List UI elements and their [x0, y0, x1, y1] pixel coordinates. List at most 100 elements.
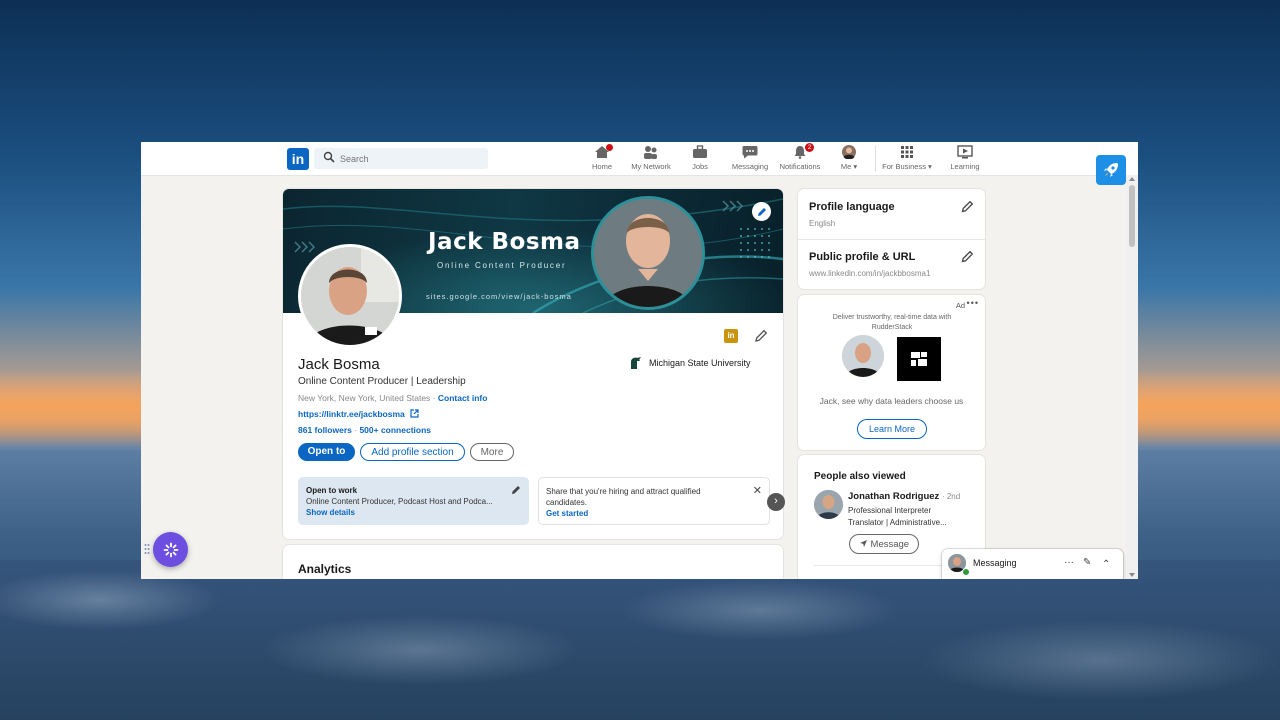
nav-me[interactable]: Me ▾ — [839, 145, 859, 173]
divider — [798, 239, 985, 240]
nav-jobs[interactable]: Jobs — [690, 145, 710, 173]
open-to-button[interactable]: Open to — [298, 443, 355, 461]
nav-my-network-label: My Network — [631, 162, 671, 171]
profile-website-link[interactable]: https://linktr.ee/jackbosma — [298, 409, 405, 419]
ad-user-avatar — [842, 335, 884, 377]
school-name: Michigan State University — [649, 358, 751, 368]
close-icon[interactable]: ✕ — [753, 484, 762, 497]
background-clouds — [0, 560, 1280, 720]
chat-icon — [742, 145, 758, 159]
rudderstack-logo — [897, 337, 941, 381]
person-avatar[interactable] — [814, 490, 843, 519]
carousel-next-button[interactable]: › — [767, 493, 785, 511]
background-sunset-left — [0, 370, 142, 450]
rocket-icon — [1104, 163, 1118, 177]
nav-messaging-label: Messaging — [731, 162, 769, 171]
person-name-line[interactable]: Jonathan Rodriguez · 2nd — [848, 491, 960, 502]
nav-messaging[interactable]: Messaging — [731, 145, 769, 173]
assistant-floating-button[interactable] — [153, 532, 188, 567]
send-icon — [859, 540, 867, 547]
profile-avatar[interactable] — [298, 244, 402, 348]
nav-for-business-label: For Business — [882, 162, 926, 171]
search-input[interactable] — [338, 150, 482, 168]
linkedin-badge[interactable]: in — [724, 329, 738, 343]
browser-window: in Home My Network Jobs — [141, 142, 1138, 579]
scroll-up-icon[interactable] — [1129, 177, 1135, 181]
search-icon — [323, 151, 335, 163]
banner-subtitle: Online Content Producer — [437, 261, 567, 270]
profile-school[interactable]: Michigan State University — [629, 356, 751, 370]
connections-link[interactable]: 500+ connections — [359, 425, 431, 435]
hiring-desc: Share that you're hiring and attract qua… — [546, 487, 701, 507]
nav-learning-label: Learning — [950, 162, 980, 171]
edit-language-icon[interactable] — [961, 200, 974, 213]
linkedin-logo[interactable]: in — [287, 148, 309, 170]
get-started-link[interactable]: Get started — [546, 509, 588, 518]
pencil-icon — [757, 207, 766, 216]
profile-headline: Online Content Producer | Leadership — [298, 376, 466, 387]
person-name: Jonathan Rodriguez — [848, 491, 940, 502]
page-scrollbar[interactable] — [1126, 175, 1138, 579]
messaging-more-icon[interactable]: ··· — [1064, 557, 1074, 568]
add-profile-section-button[interactable]: Add profile section — [360, 443, 465, 461]
people-also-viewed-title: People also viewed — [814, 471, 906, 482]
collapse-icon[interactable]: ⌃ — [1102, 559, 1110, 570]
edit-intro-icon[interactable] — [754, 329, 768, 343]
nav-home[interactable]: Home — [591, 144, 613, 173]
hiring-card: Share that you're hiring and attract qua… — [538, 477, 770, 525]
profile-language-title: Profile language — [809, 201, 895, 213]
online-status-dot — [962, 568, 970, 576]
contact-info-link[interactable]: Contact info — [438, 393, 488, 403]
profile-network-line: 861 followers · 500+ connections — [298, 425, 432, 435]
profile-language-value: English — [809, 219, 836, 228]
nav-notifications[interactable]: 2 Notifications — [779, 143, 821, 173]
msu-spartan-icon — [631, 357, 641, 369]
open-to-work-desc: Online Content Producer, Podcast Host an… — [306, 497, 493, 506]
analytics-card: Analytics — [283, 545, 783, 579]
rocket-extension-button[interactable] — [1096, 155, 1126, 185]
followers-link[interactable]: 861 followers — [298, 425, 352, 435]
profile-settings-card: Profile language English Public profile … — [798, 189, 985, 289]
connection-degree: · 2nd — [941, 492, 961, 501]
scroll-down-icon[interactable] — [1129, 573, 1135, 577]
learn-more-button[interactable]: Learn More — [857, 419, 927, 439]
notifications-badge: 2 — [805, 143, 814, 152]
analytics-title: Analytics — [298, 562, 352, 576]
nav-my-network[interactable]: My Network — [629, 145, 673, 173]
edit-url-icon[interactable] — [961, 250, 974, 263]
banner-url: sites.google.com/view/jack-bosma — [426, 292, 572, 301]
ad-label: Ad — [955, 301, 965, 310]
edit-banner-button[interactable] — [752, 202, 771, 221]
profile-card: Jack Bosma Online Content Producer sites… — [283, 189, 783, 539]
more-button[interactable]: More — [470, 443, 514, 461]
nav-home-label: Home — [591, 162, 612, 171]
scrollbar-thumb[interactable] — [1129, 185, 1135, 247]
open-to-work-title: Open to work — [306, 486, 358, 495]
banner-name: Jack Bosma — [428, 229, 581, 255]
profile-location: New York, New York, United States — [298, 393, 431, 403]
banner-portrait — [591, 196, 705, 310]
grid-icon — [899, 145, 915, 159]
sparkle-icon — [163, 542, 178, 557]
message-button[interactable]: Message — [849, 534, 919, 554]
edit-open-to-work-icon[interactable] — [511, 485, 521, 495]
show-details-link[interactable]: Show details — [306, 508, 355, 517]
ad-card: Ad ••• Deliver trustworthy, real-time da… — [798, 295, 985, 450]
nav-me-label: Me — [840, 162, 852, 171]
search-box[interactable] — [314, 148, 488, 169]
drag-handle-icon[interactable] — [144, 543, 150, 555]
nav-learning[interactable]: Learning — [950, 145, 980, 173]
ad-menu-icon[interactable]: ••• — [967, 298, 979, 308]
compose-icon[interactable]: ✎ — [1083, 557, 1091, 568]
ad-cta-text: Jack, see why data leaders choose us — [819, 396, 964, 406]
background-sunset-right — [1138, 370, 1280, 450]
messaging-bar[interactable]: Messaging ··· ✎ ⌃ — [942, 549, 1123, 579]
public-profile-url: www.linkedin.com/in/jackbbosma1 — [809, 269, 931, 278]
me-avatar — [841, 145, 857, 160]
bell-icon: 2 — [792, 143, 814, 159]
nav-for-business[interactable]: For Business ▾ — [881, 145, 933, 173]
external-link-icon — [410, 409, 419, 418]
briefcase-icon — [692, 145, 708, 159]
message-button-label: Message — [870, 539, 910, 550]
top-nav: in Home My Network Jobs — [141, 142, 1138, 176]
